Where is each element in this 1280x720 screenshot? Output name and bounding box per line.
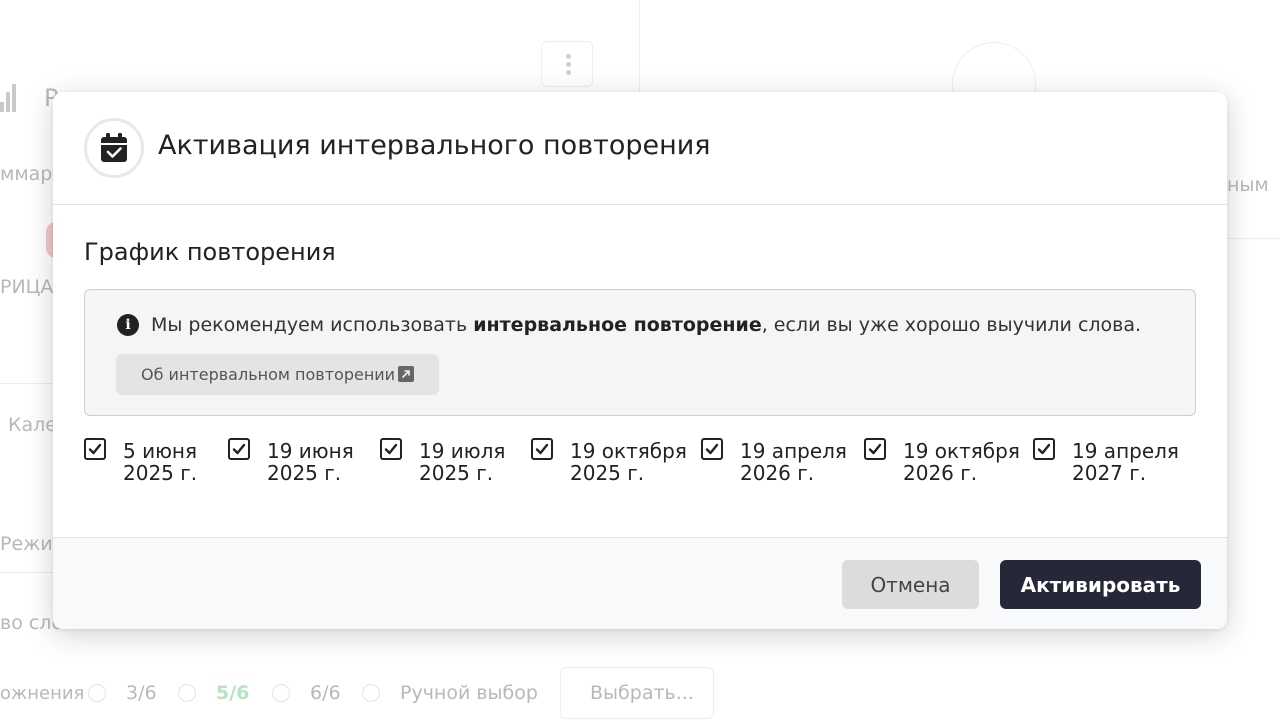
- activation-dialog: Активация интервального повторения Графи…: [53, 92, 1227, 629]
- section-title: График повторения: [84, 238, 336, 266]
- bar-chart-icon: [0, 82, 18, 112]
- date-checkbox[interactable]: [84, 438, 106, 460]
- more-menu-button[interactable]: [541, 41, 593, 87]
- cancel-button[interactable]: Отмена: [842, 560, 979, 609]
- date-checkbox[interactable]: [701, 438, 723, 460]
- bg-text: 3/6: [126, 682, 157, 704]
- info-text: Мы рекомендуем использовать интервальное…: [151, 314, 1142, 336]
- divider: [0, 383, 60, 384]
- date-checkbox[interactable]: [228, 438, 250, 460]
- date-checkbox[interactable]: [380, 438, 402, 460]
- dialog-header: Активация интервального повторения: [53, 92, 1227, 205]
- date-label: 19 июля 2025 г.: [419, 439, 506, 485]
- bg-text: ммар: [0, 163, 53, 185]
- bg-text: Кале: [8, 414, 57, 436]
- external-link-icon: [398, 366, 414, 382]
- bg-text: ожнения: [0, 683, 85, 704]
- dialog-body: График повторения i Мы рекомендуем испол…: [53, 205, 1227, 537]
- bg-text: 6/6: [310, 682, 341, 704]
- about-spaced-repetition-button[interactable]: Об интервальном повторении: [116, 354, 439, 395]
- date-label: 19 апреля 2027 г.: [1072, 439, 1179, 485]
- date-label: 19 октября 2025 г.: [570, 439, 687, 485]
- radio-3-6[interactable]: [88, 684, 106, 702]
- dialog-footer: Отмена Активировать: [53, 537, 1227, 629]
- dialog-title: Активация интервального повторения: [158, 130, 711, 161]
- radio-6-6[interactable]: [272, 684, 290, 702]
- about-link-label: Об интервальном повторении: [141, 365, 396, 384]
- date-checkbox[interactable]: [1033, 438, 1055, 460]
- bg-text: 5/6: [216, 682, 250, 704]
- date-label: 19 июня 2025 г.: [267, 439, 354, 485]
- divider: [0, 572, 60, 573]
- date-label: 5 июня 2025 г.: [123, 439, 198, 485]
- bg-text: Выбрать...: [590, 682, 694, 704]
- radio-manual[interactable]: [362, 684, 380, 702]
- calendar-check-icon: [84, 118, 144, 178]
- activate-button[interactable]: Активировать: [1000, 560, 1201, 609]
- radio-5-6[interactable]: [178, 684, 196, 702]
- date-checkbox[interactable]: [864, 438, 886, 460]
- bg-text: Ручной выбор: [400, 682, 538, 704]
- info-icon: i: [117, 314, 139, 336]
- date-label: 19 октября 2026 г.: [903, 439, 1020, 485]
- bg-text: ным: [1227, 174, 1269, 196]
- info-text-bold: интервальное повторение: [473, 314, 762, 336]
- bg-text: РИЦА: [0, 276, 54, 298]
- info-box: i Мы рекомендуем использовать интервальн…: [84, 289, 1196, 416]
- date-checkbox[interactable]: [531, 438, 553, 460]
- date-label: 19 апреля 2026 г.: [740, 439, 847, 485]
